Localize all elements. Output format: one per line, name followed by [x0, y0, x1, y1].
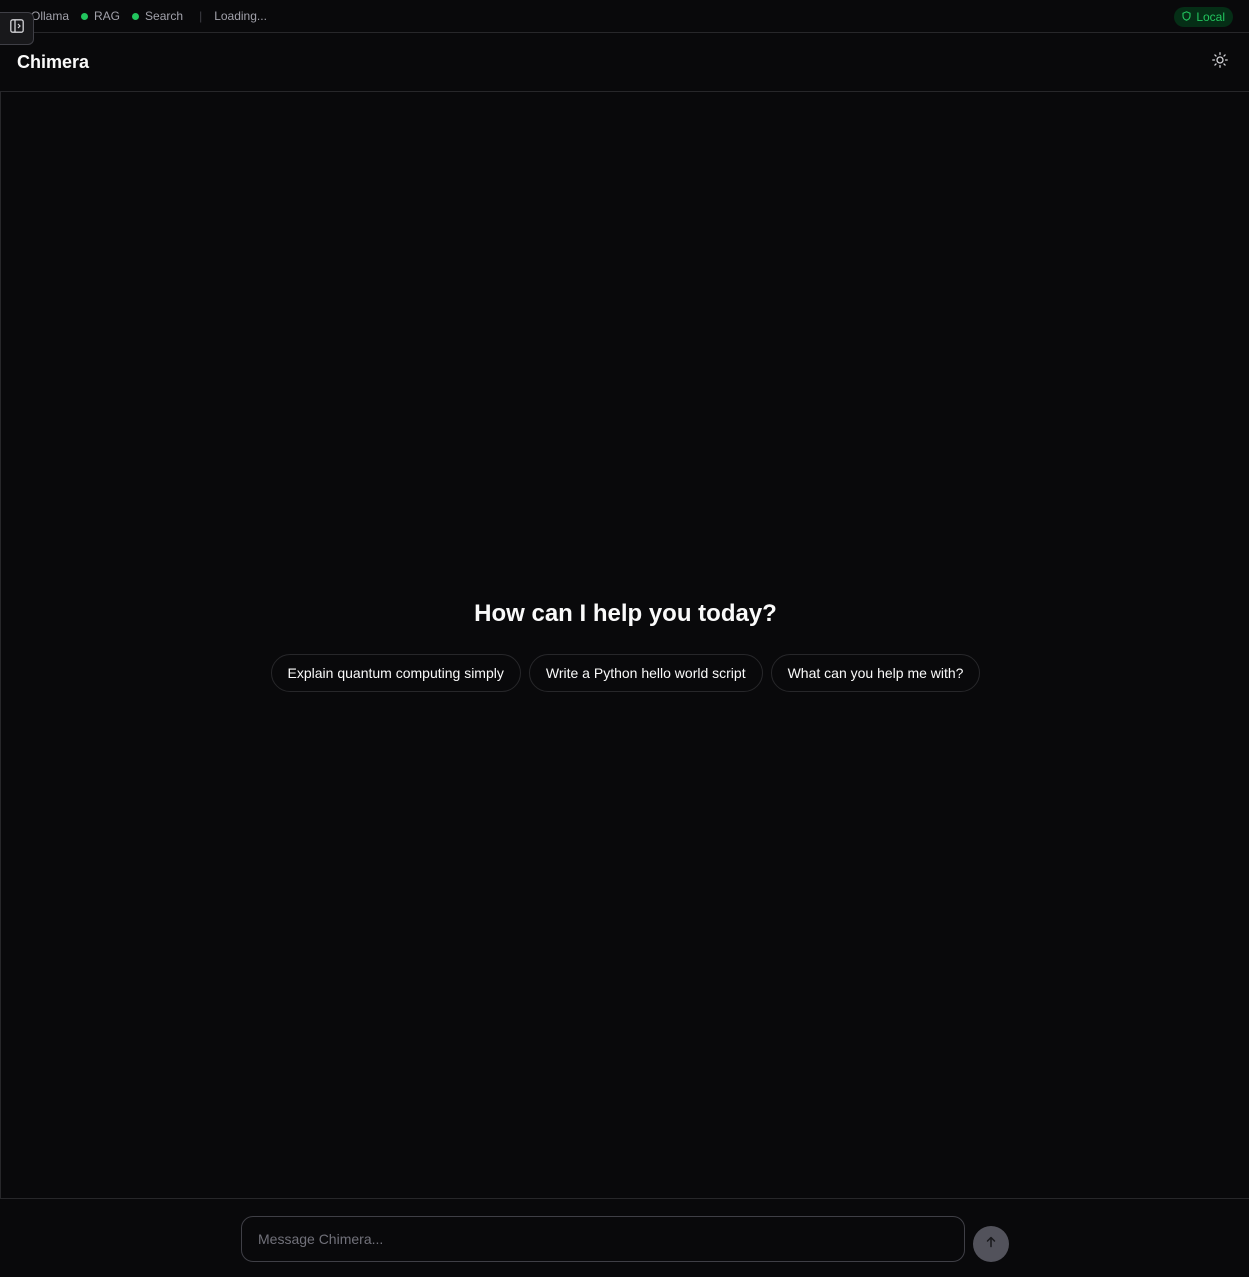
message-input[interactable] [241, 1216, 965, 1262]
suggestion-chip[interactable]: Write a Python hello world script [528, 654, 763, 692]
status-label-rag: RAG [94, 9, 121, 23]
local-badge-label: Local [1196, 10, 1225, 24]
message-composer [0, 1198, 1249, 1277]
status-label-search: Search [145, 9, 184, 23]
status-item-rag: RAG [81, 9, 120, 23]
status-item-ollama: Ollama [31, 9, 69, 23]
sidebar-toggle-button[interactable] [0, 12, 34, 45]
sidebar-panel-icon [9, 19, 24, 38]
welcome-heading: How can I help you today? [474, 600, 777, 627]
status-item-search: Search [132, 9, 183, 23]
status-divider: | [199, 9, 203, 23]
service-status-list: Ollama RAG Search | Loading... [0, 0, 267, 32]
app-root: Ollama RAG Search | Loading... Local Chi… [0, 0, 1249, 1277]
arrow-up-icon [985, 1235, 997, 1253]
status-label-ollama: Ollama [31, 9, 70, 23]
app-title: Chimera [17, 51, 90, 72]
status-dot-icon [132, 12, 140, 20]
theme-toggle-button[interactable] [1208, 50, 1232, 74]
chat-area: How can I help you today? Explain quantu… [0, 92, 1249, 1198]
suggestion-chip[interactable]: Explain quantum computing simply [270, 654, 521, 692]
status-bar: Ollama RAG Search | Loading... Local [0, 0, 1249, 33]
suggestion-chip[interactable]: What can you help me with? [770, 654, 981, 692]
suggestion-list: Explain quantum computing simply Write a… [1, 654, 1249, 692]
sun-icon [1212, 51, 1228, 73]
loading-text: Loading... [214, 9, 267, 23]
status-dot-icon [81, 12, 89, 20]
local-badge: Local [1174, 7, 1233, 27]
send-button[interactable] [973, 1226, 1009, 1262]
shield-icon [1182, 10, 1191, 24]
header: Chimera [0, 33, 1249, 92]
